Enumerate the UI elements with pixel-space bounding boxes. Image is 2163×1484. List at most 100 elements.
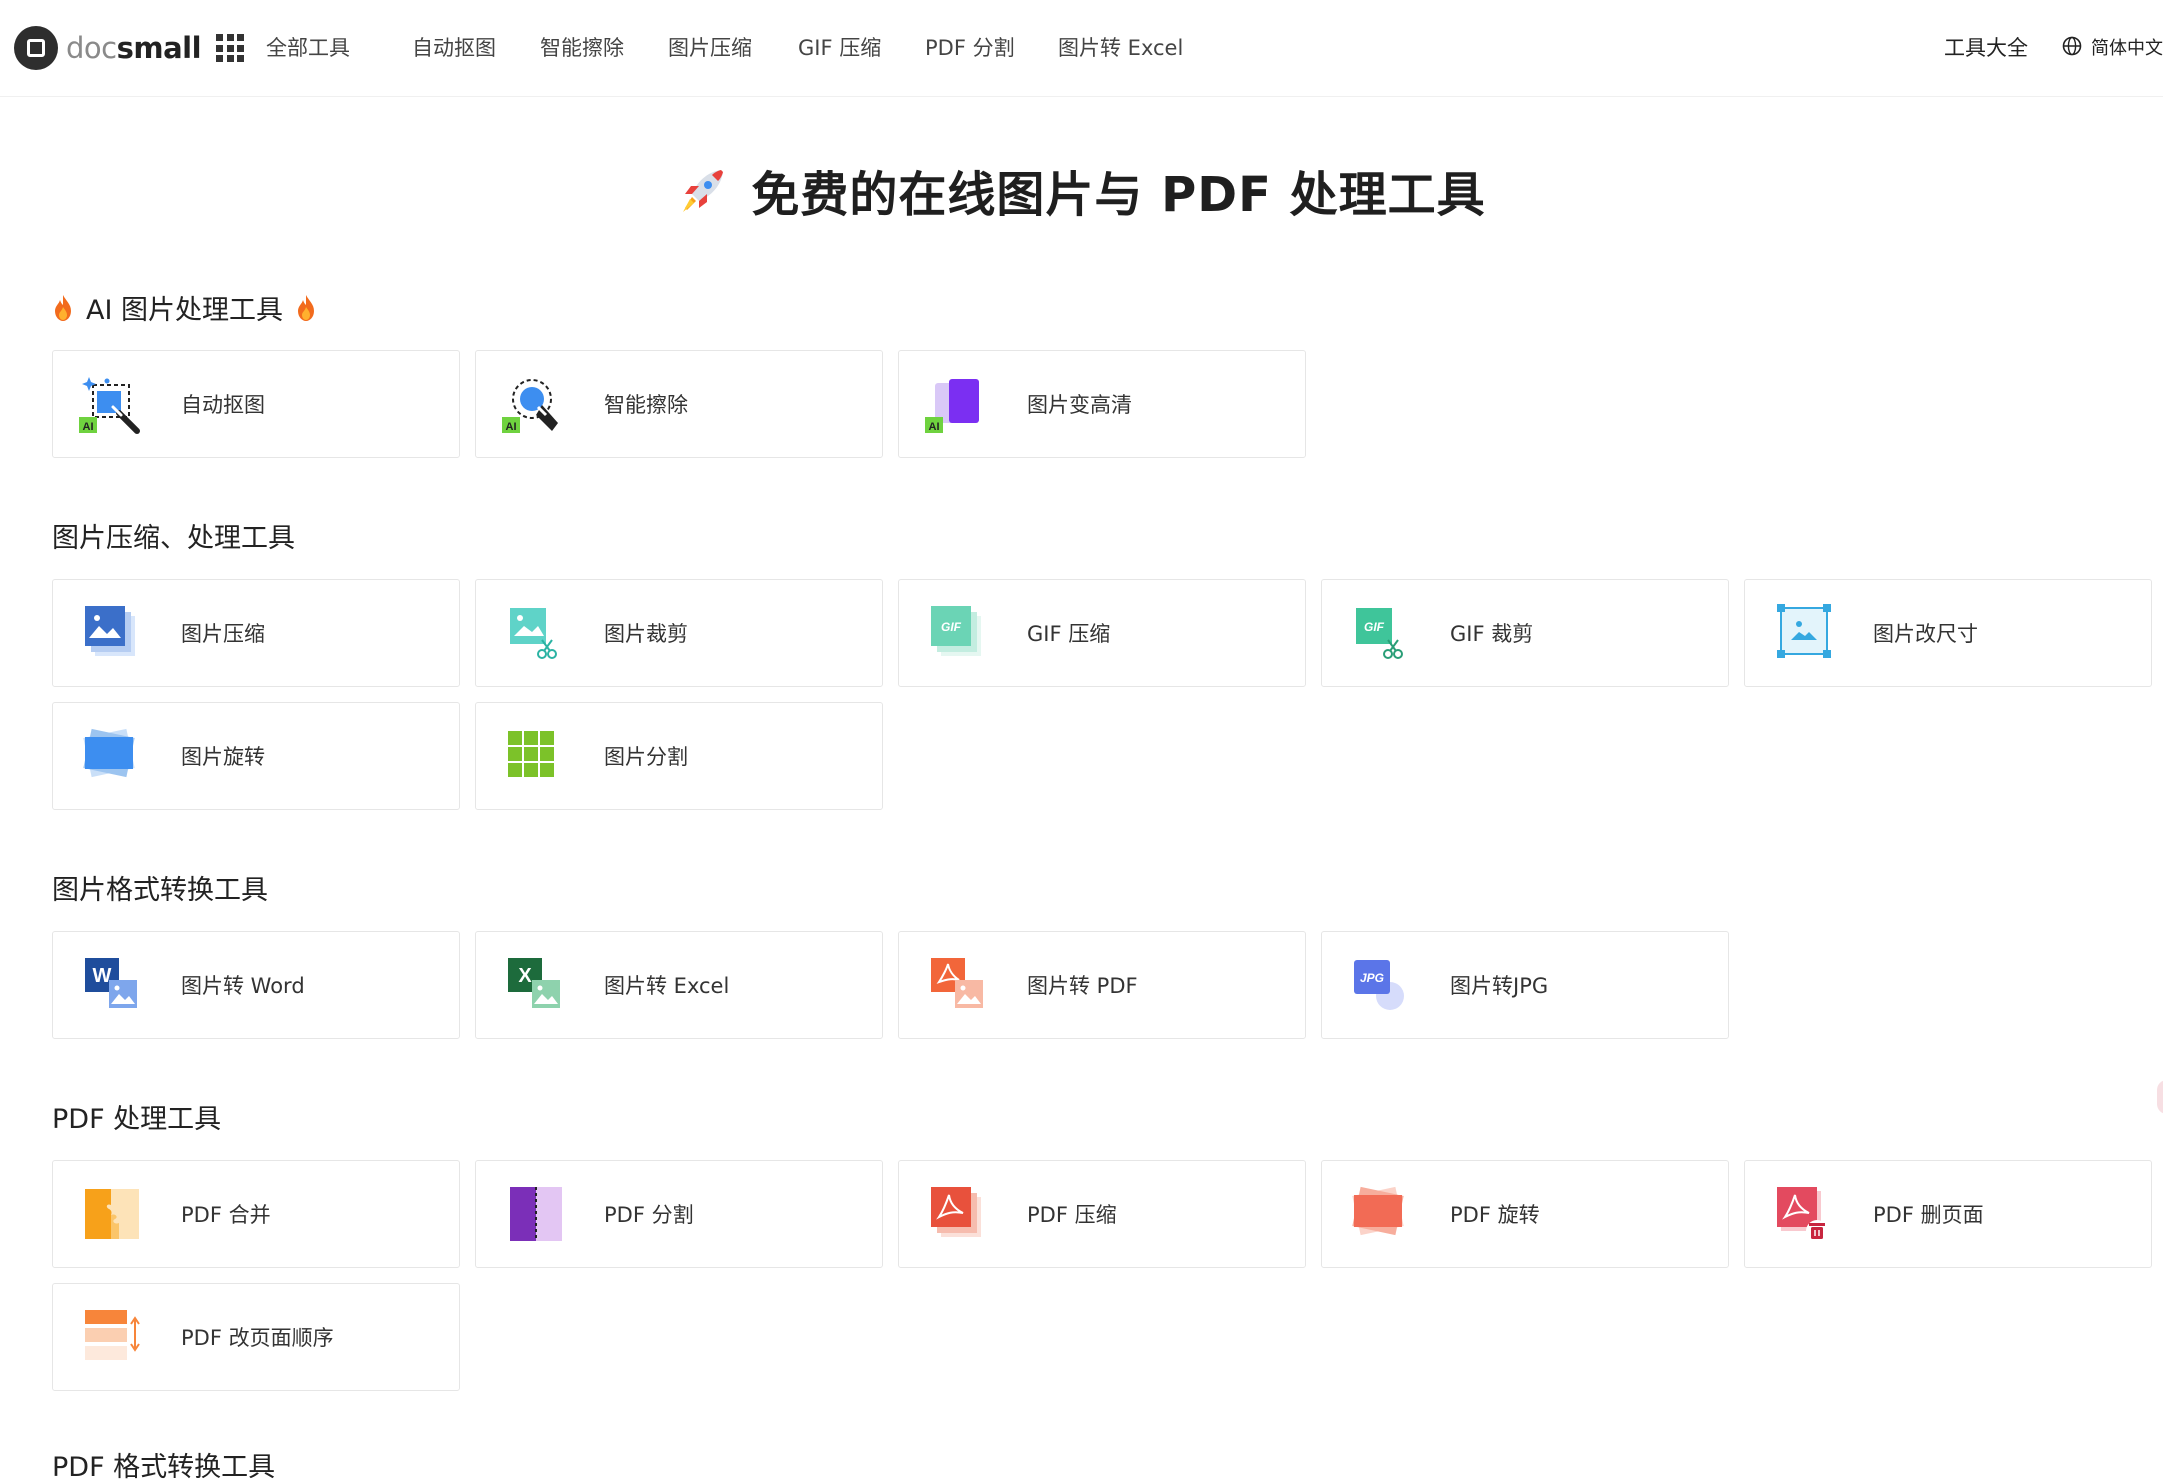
section-title-ai-text: AI 图片处理工具 <box>86 295 284 326</box>
pdf-reorder-icon <box>85 1310 140 1360</box>
fire-icon <box>55 294 71 321</box>
pdf-split-icon <box>510 1187 562 1241</box>
nav-auto-cutout[interactable]: 自动抠图 <box>412 32 496 62</box>
tool-card-gif-compress[interactable]: GIF GIF 压缩 <box>898 579 1306 687</box>
hero: 免费的在线图片与 PDF 处理工具 <box>0 155 2163 225</box>
logo-text-small: small <box>116 31 202 65</box>
jpg-badge-text: JPG <box>1360 971 1384 985</box>
floating-side-button[interactable] <box>2157 1080 2163 1114</box>
smart-erase-icon: AI <box>502 379 558 433</box>
tool-label: GIF 裁剪 <box>1450 622 1534 646</box>
nav-image-to-excel[interactable]: 图片转 Excel <box>1058 32 1183 62</box>
tool-label: 图片转 Word <box>181 974 305 998</box>
page-title: 免费的在线图片与 PDF 处理工具 <box>751 167 1486 223</box>
logo-mark-icon <box>14 26 58 70</box>
section-title-image-tools: 图片压缩、处理工具 <box>52 516 295 555</box>
tool-card-pdf-reorder[interactable]: PDF 改页面顺序 <box>52 1283 460 1391</box>
gif-compress-icon: GIF <box>931 606 981 656</box>
tool-card-pdf-delete-pages[interactable]: PDF 删页面 <box>1744 1160 2152 1268</box>
tool-label: 图片压缩 <box>181 622 265 646</box>
tool-card-image-to-pdf[interactable]: 图片转 PDF <box>898 931 1306 1039</box>
tool-label: 图片变高清 <box>1027 393 1132 417</box>
tools-directory-link[interactable]: 工具大全 <box>1944 32 2028 62</box>
tool-card-image-to-excel[interactable]: X 图片转 Excel <box>475 931 883 1039</box>
top-header: docsmall 全部工具 自动抠图 智能擦除 图片压缩 GIF 压缩 PDF … <box>0 0 2163 97</box>
tool-card-image-to-word[interactable]: W 图片转 Word <box>52 931 460 1039</box>
image-to-pdf-icon <box>931 958 983 1008</box>
logo-text: docsmall <box>66 31 202 65</box>
tool-label: PDF 删页面 <box>1873 1203 1984 1227</box>
section-title-format-convert-text: 图片格式转换工具 <box>52 875 268 906</box>
word-badge-text: W <box>93 965 112 987</box>
tool-card-pdf-compress[interactable]: PDF 压缩 <box>898 1160 1306 1268</box>
nav-pdf-split[interactable]: PDF 分割 <box>925 32 1015 62</box>
nav-image-compress[interactable]: 图片压缩 <box>668 32 752 62</box>
tool-card-smart-erase[interactable]: AI 智能擦除 <box>475 350 883 458</box>
nav-smart-erase[interactable]: 智能擦除 <box>540 32 624 62</box>
section-title-image-tools-text: 图片压缩、处理工具 <box>52 523 295 554</box>
tool-label: 图片分割 <box>604 745 688 769</box>
tool-card-image-resize[interactable]: 图片改尺寸 <box>1744 579 2152 687</box>
language-selector[interactable]: 简体中文 <box>2091 34 2163 60</box>
ai-badge-text: AI <box>506 421 517 433</box>
pdf-rotate-icon <box>1352 1186 1404 1236</box>
image-rotate-icon <box>83 728 135 778</box>
excel-badge-text: X <box>518 965 532 987</box>
nav-all-tools[interactable]: 全部工具 <box>266 32 350 62</box>
image-to-excel-icon: X <box>508 958 560 1008</box>
pdf-merge-icon <box>85 1189 139 1239</box>
apps-grid-icon[interactable] <box>216 34 244 62</box>
tool-label: PDF 合并 <box>181 1203 271 1227</box>
gif-badge-text: GIF <box>941 620 962 634</box>
pdf-delete-pages-icon <box>1777 1187 1828 1242</box>
rocket-icon <box>683 170 724 212</box>
tool-label: PDF 改页面顺序 <box>181 1326 334 1350</box>
tool-label: 图片旋转 <box>181 745 265 769</box>
tool-label: 智能擦除 <box>604 393 688 417</box>
tool-card-image-split[interactable]: 图片分割 <box>475 702 883 810</box>
section-title-pdf-tools: PDF 处理工具 <box>52 1097 221 1136</box>
tool-label: PDF 分割 <box>604 1203 694 1227</box>
section-title-pdf-convert: PDF 格式转换工具 <box>52 1452 276 1483</box>
tool-card-image-compress[interactable]: 图片压缩 <box>52 579 460 687</box>
tool-card-pdf-rotate[interactable]: PDF 旋转 <box>1321 1160 1729 1268</box>
image-enhance-icon: AI <box>925 379 979 433</box>
nav-gif-compress[interactable]: GIF 压缩 <box>798 32 881 62</box>
image-to-word-icon: W <box>85 958 137 1008</box>
tool-card-gif-crop[interactable]: GIF GIF 裁剪 <box>1321 579 1729 687</box>
tool-label: 图片转JPG <box>1450 974 1549 998</box>
gif-badge-text: GIF <box>1364 620 1385 634</box>
image-crop-icon <box>510 608 557 659</box>
globe-icon[interactable] <box>2062 36 2082 56</box>
section-title-format-convert: 图片格式转换工具 <box>52 868 268 907</box>
tool-card-pdf-merge[interactable]: PDF 合并 <box>52 1160 460 1268</box>
tool-label: GIF 压缩 <box>1027 622 1111 646</box>
ai-badge-text: AI <box>929 421 940 433</box>
tool-label: 图片裁剪 <box>604 622 688 646</box>
tool-card-image-rotate[interactable]: 图片旋转 <box>52 702 460 810</box>
pdf-compress-icon <box>931 1187 981 1237</box>
section-title-ai: AI 图片处理工具 <box>52 288 317 327</box>
fire-icon <box>298 294 315 321</box>
tool-label: 自动抠图 <box>181 393 265 417</box>
tool-label: 图片改尺寸 <box>1873 622 1978 646</box>
image-resize-icon <box>1777 604 1831 658</box>
section-title-pdf-tools-text: PDF 处理工具 <box>52 1104 222 1135</box>
auto-cutout-icon: AI <box>79 377 140 434</box>
logo-text-doc: doc <box>66 31 117 65</box>
tool-card-image-enhance[interactable]: AI 图片变高清 <box>898 350 1306 458</box>
tool-label: PDF 压缩 <box>1027 1203 1117 1227</box>
image-compress-icon <box>85 606 135 656</box>
tool-label: 图片转 PDF <box>1027 974 1138 998</box>
tool-label: 图片转 Excel <box>604 974 730 998</box>
tool-label: PDF 旋转 <box>1450 1203 1540 1227</box>
logo[interactable]: docsmall <box>14 26 202 70</box>
tool-card-pdf-split[interactable]: PDF 分割 <box>475 1160 883 1268</box>
tool-card-image-to-jpg[interactable]: JPG 图片转JPG <box>1321 931 1729 1039</box>
image-to-jpg-icon: JPG <box>1354 960 1404 1010</box>
gif-crop-icon: GIF <box>1356 608 1403 659</box>
image-split-icon <box>508 731 554 777</box>
tool-card-image-crop[interactable]: 图片裁剪 <box>475 579 883 687</box>
tool-card-auto-cutout[interactable]: AI 自动抠图 <box>52 350 460 458</box>
ai-badge-text: AI <box>83 421 94 433</box>
